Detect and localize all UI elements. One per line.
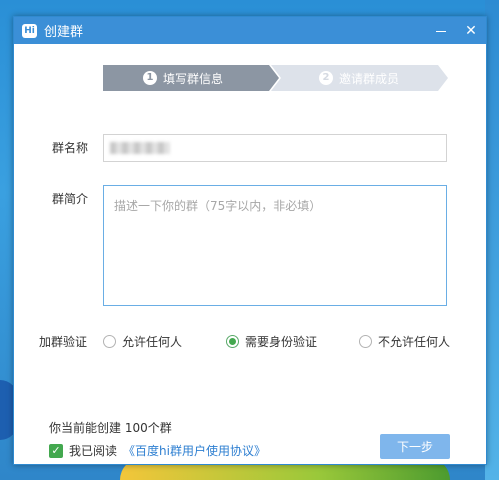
step-2: 2 邀请群成员	[271, 65, 448, 91]
agree-prefix: 我已阅读	[69, 444, 118, 458]
verify-option-require-identity[interactable]: 需要身份验证	[226, 333, 317, 350]
agreement-row: ✓ 我已阅读 《百度hi群用户使用协议》	[49, 442, 266, 459]
step-2-number: 2	[319, 71, 333, 85]
desktop-background-decoration	[485, 0, 499, 480]
verify-option-label: 允许任何人	[122, 335, 183, 349]
step-indicator: 1 填写群信息 2 邀请群成员	[103, 65, 448, 91]
verify-option-allow-anyone[interactable]: 允许任何人	[103, 333, 182, 350]
verify-option-deny-all[interactable]: 不允许任何人	[359, 333, 450, 350]
minimize-icon	[436, 31, 446, 32]
verify-option-label: 需要身份验证	[245, 335, 318, 349]
create-group-dialog: Hi 创建群 ✕ 1 填写群信息 2 邀请群成员 群名称 群简介 描述一下你的群…	[13, 16, 487, 465]
app-logo-icon: Hi	[22, 23, 37, 38]
close-button[interactable]: ✕	[456, 17, 486, 44]
step-1-label: 填写群信息	[163, 71, 224, 86]
dialog-body: 1 填写群信息 2 邀请群成员 群名称 群简介 描述一下你的群（75字以内，非必…	[14, 44, 486, 464]
window-controls: ✕	[426, 17, 486, 44]
group-name-label: 群名称	[52, 141, 89, 155]
radio-icon[interactable]	[359, 335, 372, 348]
radio-dot	[229, 338, 236, 345]
group-desc-textarea[interactable]: 描述一下你的群（75字以内，非必填）	[103, 185, 447, 306]
step-1-number: 1	[143, 71, 157, 85]
radio-icon[interactable]	[103, 335, 116, 348]
window-title: 创建群	[44, 25, 84, 40]
group-name-value	[110, 142, 170, 154]
close-icon: ✕	[465, 22, 477, 39]
title-bar[interactable]: Hi 创建群 ✕	[14, 17, 486, 44]
agreement-link[interactable]: 《百度hi群用户使用协议》	[123, 442, 266, 459]
step-2-label: 邀请群成员	[339, 71, 400, 86]
agree-checkbox[interactable]: ✓	[49, 443, 63, 458]
verify-label: 加群验证	[39, 335, 88, 349]
radio-checked-icon[interactable]	[226, 335, 239, 348]
group-desc-label: 群简介	[52, 192, 89, 206]
verify-option-label: 不允许任何人	[378, 335, 451, 349]
minimize-button[interactable]	[426, 17, 456, 44]
group-name-input[interactable]	[103, 134, 447, 162]
group-desc-placeholder: 描述一下你的群（75字以内，非必填）	[114, 199, 322, 213]
group-quota-text: 你当前能创建 100个群	[49, 421, 172, 435]
next-step-button[interactable]: 下一步	[380, 434, 450, 459]
step-1: 1 填写群信息	[103, 65, 279, 91]
